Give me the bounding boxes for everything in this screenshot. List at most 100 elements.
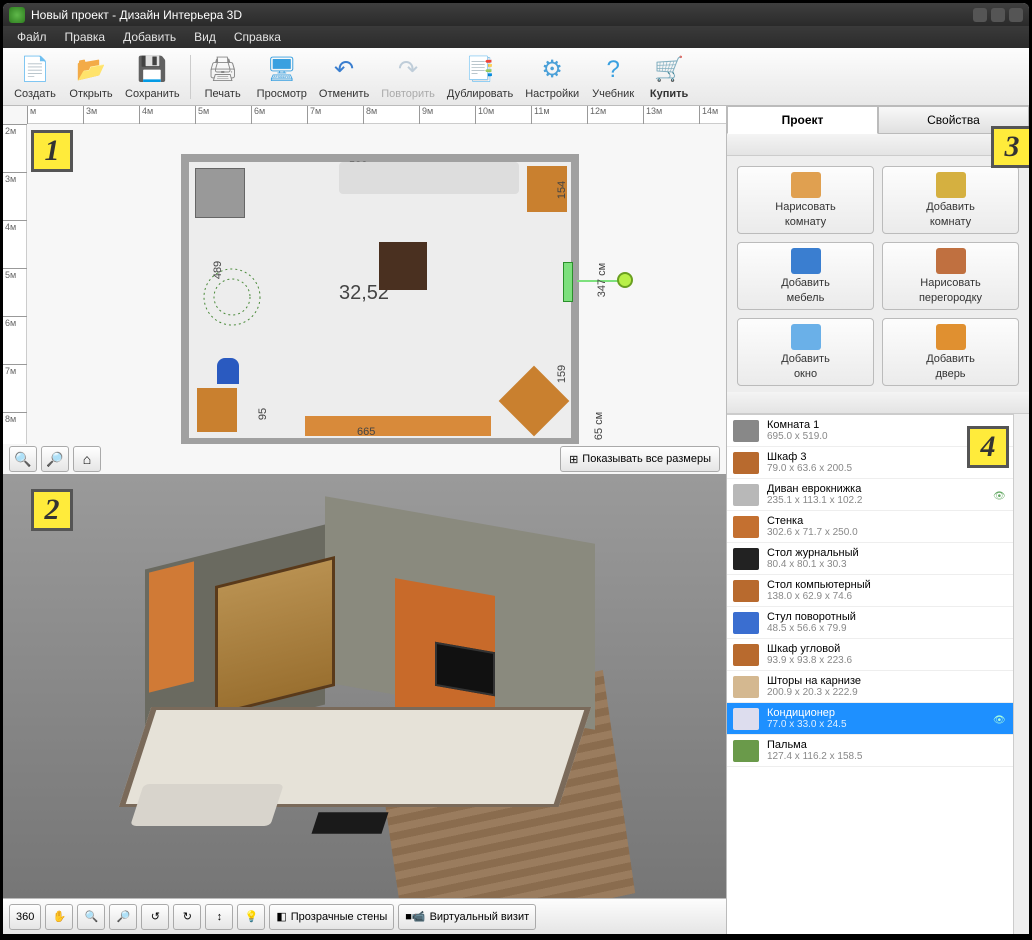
buy-button[interactable]: 🛒Купить (641, 52, 697, 102)
furniture-table[interactable] (379, 242, 427, 290)
preview-button[interactable]: 🖥Просмотр (251, 52, 313, 102)
selection-handle[interactable] (617, 272, 633, 288)
add-room-button[interactable]: Добавитькомнату (882, 166, 1019, 234)
scene-item-icon (733, 484, 759, 506)
callout-4: 4 (967, 426, 1009, 468)
duplicate-label: Дублировать (447, 88, 513, 100)
scene-item[interactable]: Стол журнальный80.4 x 80.1 x 30.3 (727, 543, 1013, 575)
furniture-cabinet-bl[interactable] (197, 388, 237, 432)
add-door-label1: Добавить (926, 353, 975, 365)
preview-icon: 🖥 (266, 54, 298, 86)
add-door-icon (936, 324, 966, 350)
scene-item-icon (733, 452, 759, 474)
add-window-icon (791, 324, 821, 350)
scene-item-dimensions: 93.9 x 93.8 x 223.6 (767, 655, 1007, 666)
side-tabs: Проект Свойства (727, 106, 1029, 134)
scene-item-dimensions: 138.0 x 62.9 x 74.6 (767, 591, 1007, 602)
furniture-item[interactable] (195, 168, 245, 218)
add-door-label2: дверь (935, 368, 965, 380)
scene-item[interactable]: Стенка302.6 x 71.7 x 250.0 (727, 511, 1013, 543)
ruler-h-tick: 13м (643, 106, 662, 124)
transparent-walls-button[interactable]: ◧ Прозрачные стены (269, 904, 394, 930)
draw-room-button[interactable]: Нарисоватькомнату (737, 166, 874, 234)
furniture-shelf[interactable] (305, 416, 491, 436)
view-3d-area: 2 360 ✋ 🔍 🔎 ↺ ↻ ↕ 💡 ◧ Прозрачные стены (3, 474, 726, 934)
room-outline[interactable]: 582 32,52 (181, 154, 579, 444)
show-dims-label: Показывать все размеры (582, 453, 711, 465)
virtual-visit-button[interactable]: ■📹 Виртуальный визит (398, 904, 536, 930)
view3d-toolbar: 360 ✋ 🔍 🔎 ↺ ↻ ↕ 💡 ◧ Прозрачные стены ■📹 … (3, 898, 726, 934)
draw-part-button[interactable]: Нарисоватьперегородку (882, 242, 1019, 310)
save-button[interactable]: 💾Сохранить (119, 52, 186, 102)
ruler-v-tick: 4м (3, 220, 27, 232)
maximize-button[interactable] (991, 8, 1005, 22)
menu-справка[interactable]: Справка (226, 28, 289, 46)
menu-вид[interactable]: Вид (186, 28, 224, 46)
light-button[interactable]: 💡 (237, 904, 265, 930)
undo-icon: ↶ (328, 54, 360, 86)
scene-item[interactable]: Пальма127.4 x 116.2 x 158.5 (727, 735, 1013, 767)
rotate-left-button[interactable]: ↺ (141, 904, 169, 930)
undo-button[interactable]: ↶Отменить (313, 52, 375, 102)
scene-item[interactable]: Диван еврокнижка235.1 x 113.1 x 102.2 (727, 479, 1013, 511)
section-header-1 (727, 134, 1029, 156)
pan-button[interactable]: ✋ (45, 904, 73, 930)
add-door-button[interactable]: Добавить дверь (882, 318, 1019, 386)
zoom-out-button[interactable]: 🔍 (9, 446, 37, 472)
help-button[interactable]: ?Учебник (585, 52, 641, 102)
settings-button[interactable]: ⚙Настройки (519, 52, 585, 102)
close-button[interactable] (1009, 8, 1023, 22)
print-icon: 🖨 (207, 54, 239, 86)
furniture-sofa-top[interactable] (339, 162, 519, 194)
print-button[interactable]: 🖨Печать (195, 52, 251, 102)
scene-item-icon (733, 548, 759, 570)
scene-item[interactable]: Кондиционер77.0 x 33.0 x 24.5 (727, 703, 1013, 735)
scene-item[interactable]: Стул поворотный48.5 x 56.6 x 79.9 (727, 607, 1013, 639)
scene-item-icon (733, 644, 759, 666)
menu-файл[interactable]: Файл (9, 28, 55, 46)
menu-добавить[interactable]: Добавить (115, 28, 184, 46)
rotate-right-button[interactable]: ↻ (173, 904, 201, 930)
scene-item[interactable]: Шторы на карнизе200.9 x 20.3 x 222.9 (727, 671, 1013, 703)
canvas-3d[interactable] (3, 475, 726, 898)
ruler-v-tick: 8м (3, 412, 27, 424)
ruler-h-tick: 5м (195, 106, 209, 124)
visibility-eye-icon[interactable] (993, 490, 1007, 500)
furniture-plant[interactable] (197, 262, 267, 332)
ruler-horizontal: м3м4м5м6м7м8м9м10м11м12м13м14м (27, 106, 726, 124)
canvas-2d[interactable]: 582 32,52 (27, 124, 726, 444)
home-button[interactable]: ⌂ (73, 446, 101, 472)
scene-item-dimensions: 127.4 x 116.2 x 158.5 (767, 751, 1007, 762)
menubar: ФайлПравкаДобавитьВидСправка (3, 26, 1029, 48)
zoom-in-3d-button[interactable]: 🔎 (109, 904, 137, 930)
create-button[interactable]: 📄Создать (7, 52, 63, 102)
toolbar-separator (190, 55, 191, 99)
duplicate-button[interactable]: 📑Дублировать (441, 52, 519, 102)
minimize-button[interactable] (973, 8, 987, 22)
dimensions-icon: ⊞ (569, 453, 578, 466)
scene-scrollbar[interactable] (1013, 414, 1029, 934)
scene-item[interactable]: Шкаф угловой93.9 x 93.8 x 223.6 (727, 639, 1013, 671)
zoom-out-3d-button[interactable]: 🔍 (77, 904, 105, 930)
open-button[interactable]: 📂Открыть (63, 52, 119, 102)
redo-button[interactable]: ↷Повторить (375, 52, 441, 102)
furniture-chair[interactable] (217, 358, 239, 384)
zoom-in-button[interactable]: 🔎 (41, 446, 69, 472)
add-window-button[interactable]: Добавитьокно (737, 318, 874, 386)
tab-project[interactable]: Проект (727, 106, 878, 134)
ruler-h-tick: м (27, 106, 36, 124)
add-furn-button[interactable]: Добавитьмебель (737, 242, 874, 310)
add-window-label2: окно (794, 368, 817, 380)
draw-part-label1: Нарисовать (920, 277, 980, 289)
tilt-button[interactable]: ↕ (205, 904, 233, 930)
scene-item[interactable]: Стол компьютерный138.0 x 62.9 x 74.6 (727, 575, 1013, 607)
save-label: Сохранить (125, 88, 180, 100)
ruler-h-tick: 3м (83, 106, 97, 124)
visibility-eye-icon[interactable] (993, 714, 1007, 724)
show-dimensions-button[interactable]: ⊞ Показывать все размеры (560, 446, 720, 472)
selected-ac[interactable] (563, 262, 573, 302)
menu-правка[interactable]: Правка (57, 28, 114, 46)
camera-icon: ■📹 (405, 910, 425, 923)
rotate-360-button[interactable]: 360 (9, 904, 41, 930)
ruler-v-tick: 2м (3, 124, 27, 136)
